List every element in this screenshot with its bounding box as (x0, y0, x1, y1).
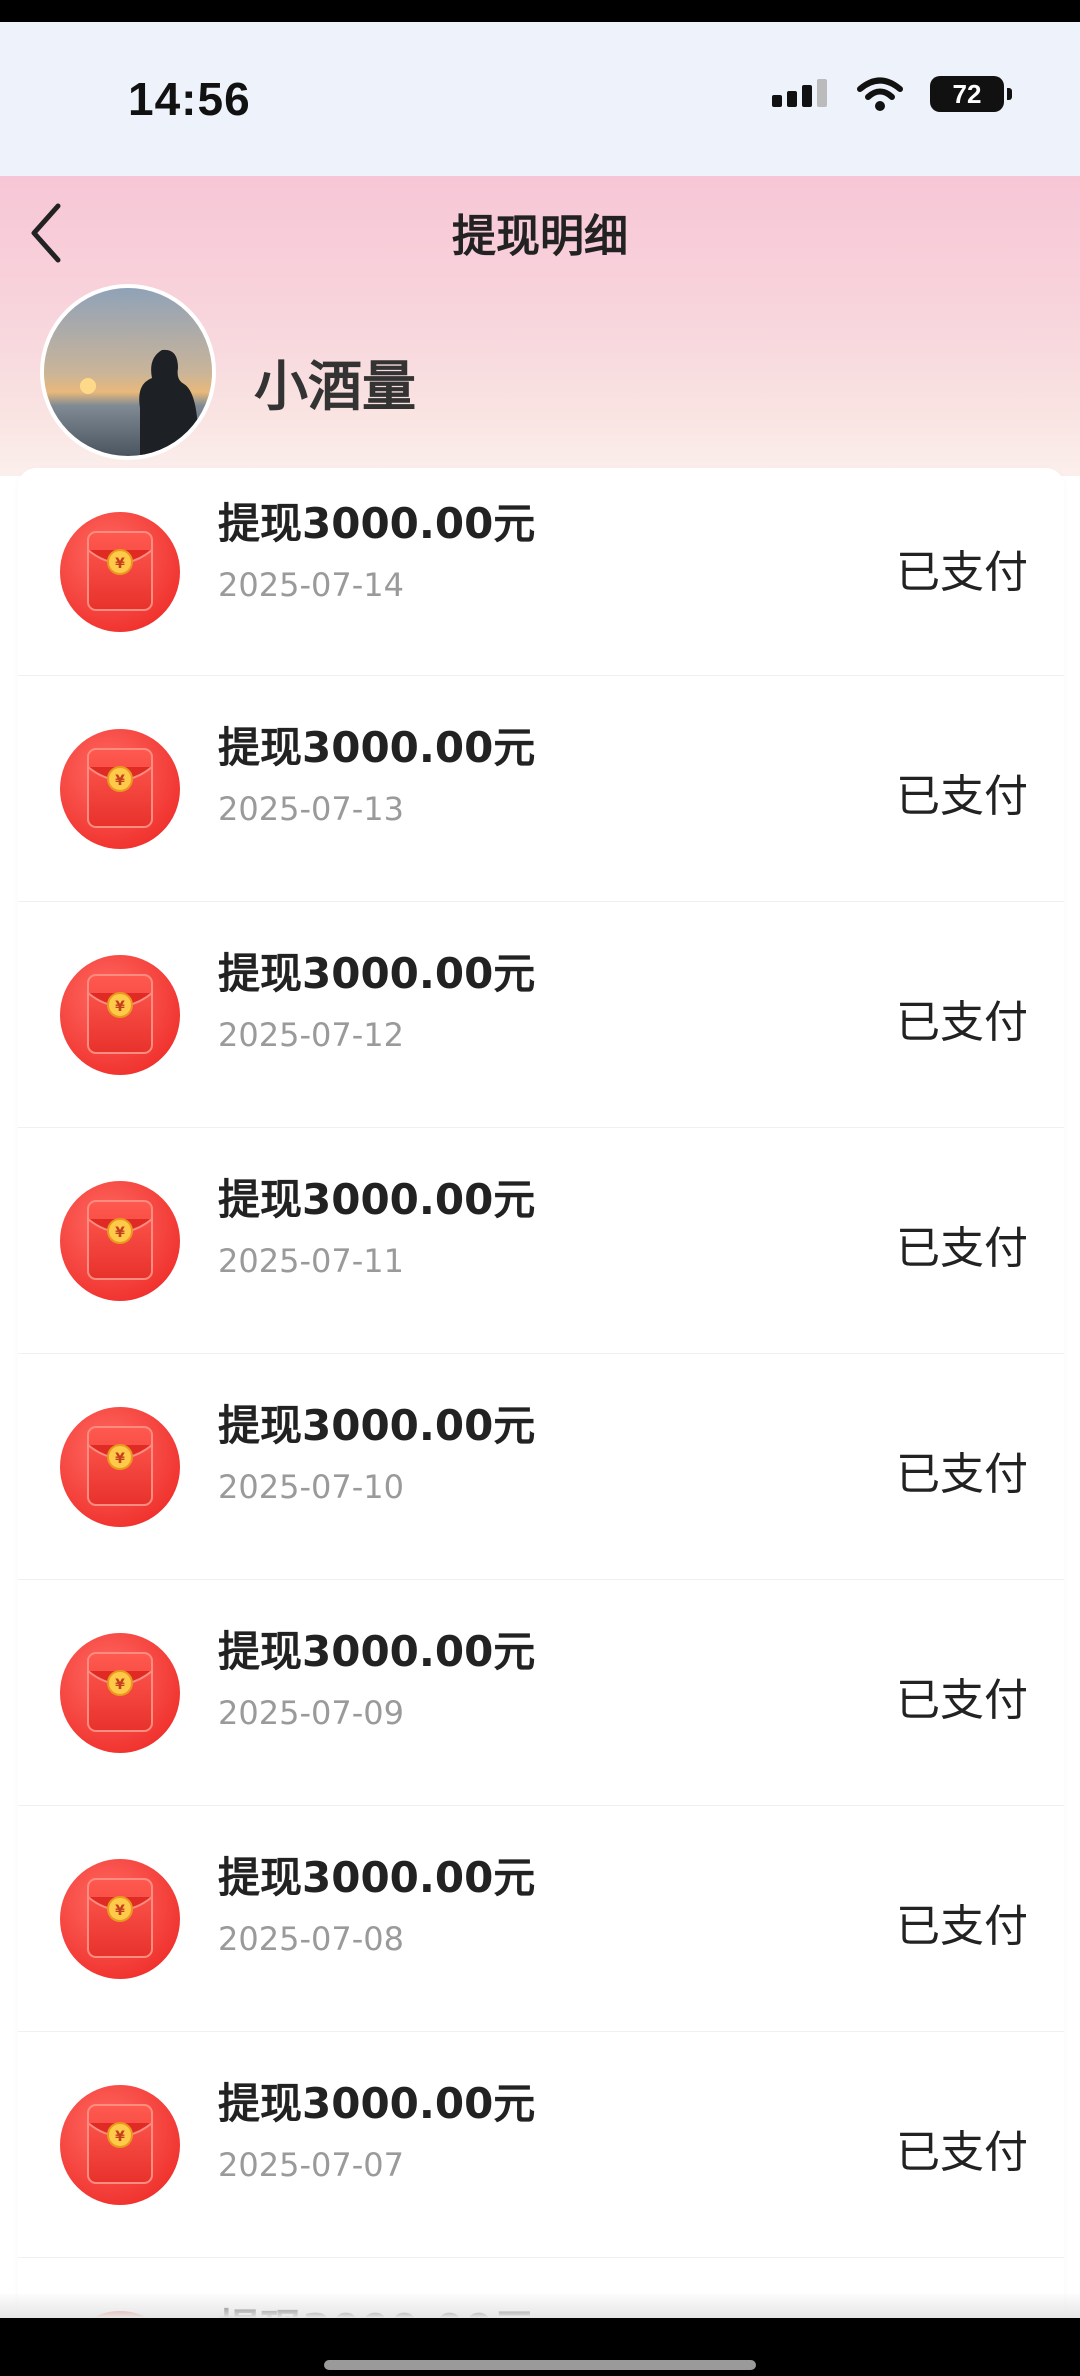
item-title: 提现3000.00元 (218, 1175, 536, 1224)
red-packet-icon: ¥ (60, 1632, 180, 1753)
red-packet-icon: ¥ (60, 511, 180, 632)
battery-level: 72 (952, 78, 982, 109)
item-date: 2025-07-10 (218, 1468, 404, 1506)
signal-icon (772, 79, 827, 107)
red-packet-icon: ¥ (60, 1858, 180, 1979)
svg-text:¥: ¥ (115, 1903, 125, 1919)
status-badge: 已支付 (896, 1223, 1028, 1274)
item-date: 2025-07-11 (218, 1242, 404, 1280)
list-item[interactable]: ¥ 提现3000.00元 2025-07-12 已支付 (18, 902, 1064, 1128)
list-item[interactable]: ¥ 提现3000.00元 2025-07-08 已支付 (18, 1806, 1064, 2032)
svg-text:¥: ¥ (115, 2129, 125, 2145)
status-bar: 14:56 72 (0, 22, 1080, 176)
list-item[interactable]: ¥ 提现3000.00元 2025-07-07 已支付 (18, 2032, 1064, 2258)
status-icons: 72 (772, 76, 1012, 112)
red-packet-icon: ¥ (60, 954, 180, 1075)
item-title: 提现3000.00元 (218, 1627, 536, 1676)
top-edge (0, 0, 1080, 22)
svg-text:¥: ¥ (115, 773, 125, 789)
avatar[interactable] (40, 284, 216, 460)
header: 提现明细 小酒量 (0, 176, 1080, 476)
status-badge: 已支付 (896, 1675, 1028, 1726)
item-title: 提现3000.00元 (218, 2079, 536, 2128)
list-item[interactable]: ¥ 提现3000.00元 2025-07-14 已支付 (18, 468, 1064, 676)
status-badge: 已支付 (896, 1901, 1028, 1952)
svg-text:¥: ¥ (115, 1451, 125, 1467)
item-title: 提现3000.00元 (218, 1401, 536, 1450)
item-date: 2025-07-13 (218, 790, 404, 828)
item-date: 2025-07-14 (218, 566, 404, 604)
item-title: 提现3000.00元 (218, 949, 536, 998)
list-item[interactable]: ¥ 提现3000.00元 2025-07-11 已支付 (18, 1128, 1064, 1354)
battery-icon: 72 (930, 76, 1012, 112)
status-badge: 已支付 (896, 2127, 1028, 2178)
item-date: 2025-07-08 (218, 1920, 404, 1958)
svg-text:¥: ¥ (115, 1225, 125, 1241)
list-item[interactable]: ¥ 提现3000.00元 2025-07-09 已支付 (18, 1580, 1064, 1806)
list-item[interactable]: ¥ 提现3000.00元 2025-07-10 已支付 (18, 1354, 1064, 1580)
status-badge: 已支付 (896, 1449, 1028, 1500)
status-badge: 已支付 (896, 997, 1028, 1048)
item-title: 提现3000.00元 (218, 723, 536, 772)
bottom-fade (0, 2294, 1080, 2318)
status-badge: 已支付 (896, 771, 1028, 822)
item-date: 2025-07-12 (218, 1016, 404, 1054)
withdrawal-list: ¥ 提现3000.00元 2025-07-14 已支付 ¥ 提现3000.00元 2025-… (18, 468, 1064, 2328)
item-date: 2025-07-07 (218, 2146, 404, 2184)
wifi-icon (857, 77, 903, 111)
avatar-image (44, 288, 212, 456)
item-date: 2025-07-09 (218, 1694, 404, 1732)
item-title: 提现3000.00元 (218, 1853, 536, 1902)
page-title: 提现明细 (452, 211, 628, 262)
svg-text:¥: ¥ (115, 1677, 125, 1693)
username: 小酒量 (254, 355, 416, 418)
list-item[interactable]: ¥ 提现3000.00元 2025-07-13 已支付 (18, 676, 1064, 902)
red-packet-icon: ¥ (60, 728, 180, 849)
status-badge: 已支付 (896, 547, 1028, 598)
svg-text:¥: ¥ (115, 999, 125, 1015)
red-packet-icon: ¥ (60, 1180, 180, 1301)
svg-text:¥: ¥ (115, 556, 125, 572)
home-indicator[interactable] (324, 2360, 756, 2370)
status-time: 14:56 (128, 73, 251, 125)
red-packet-icon: ¥ (60, 1406, 180, 1527)
item-title: 提现3000.00元 (218, 499, 536, 548)
red-packet-icon: ¥ (60, 2084, 180, 2205)
